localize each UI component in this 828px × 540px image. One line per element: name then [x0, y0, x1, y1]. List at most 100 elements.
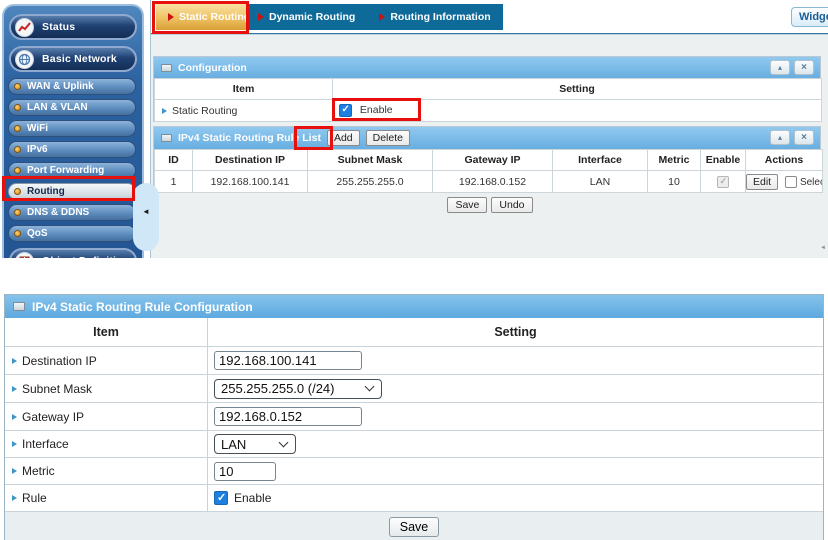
collapse-arrow-icon: ◄: [142, 207, 150, 216]
column-header-setting: Setting: [208, 318, 823, 346]
router-admin-screenshot: Status Basic Network WAN & Uplink LAN & …: [0, 0, 828, 540]
item-arrow-icon: [12, 386, 17, 392]
field-row-destination-ip: Destination IP: [5, 347, 823, 375]
rule-list-table: ID Destination IP Subnet Mask Gateway IP…: [154, 149, 823, 193]
object-box-icon: [15, 252, 34, 259]
column-header-setting: Setting: [333, 79, 822, 100]
tab-arrow-icon: [168, 13, 174, 21]
column-header-item: Item: [5, 318, 208, 346]
configuration-panel-header: Configuration ▴ ×: [154, 57, 820, 78]
destination-ip-input[interactable]: [214, 351, 362, 370]
bullet-icon: [14, 209, 21, 216]
enable-label: Enable: [234, 491, 271, 505]
undo-button[interactable]: Undo: [491, 197, 532, 213]
network-globe-icon: [15, 50, 34, 69]
panel-close-button[interactable]: ×: [794, 130, 814, 145]
table-row: 1 192.168.100.141 255.255.255.0 192.168.…: [155, 171, 823, 193]
sidebar-item-wifi[interactable]: WiFi: [8, 120, 136, 137]
column-header: Interface: [553, 150, 648, 171]
cell-gateway-ip: 192.168.0.152: [433, 171, 553, 193]
delete-button[interactable]: Delete: [366, 130, 410, 146]
metric-input[interactable]: [214, 462, 276, 481]
panel-collapse-button[interactable]: ▴: [770, 60, 790, 75]
subnet-mask-select[interactable]: 255.255.255.0 (/24): [214, 379, 382, 399]
rule-configuration-table: Item Setting Destination IP Subnet Mask …: [5, 318, 823, 540]
cell-metric: 10: [648, 171, 701, 193]
sidebar-item-object-definition[interactable]: Object Definition: [9, 248, 137, 258]
field-row-interface: Interface LAN: [5, 431, 823, 458]
tab-arrow-icon: [258, 13, 264, 21]
bullet-icon: [14, 188, 21, 195]
cell-subnet-mask: 255.255.255.0: [308, 171, 433, 193]
cell-actions: Edit Select: [746, 171, 823, 193]
field-row-metric: Metric: [5, 458, 823, 485]
interface-select[interactable]: LAN: [214, 434, 296, 454]
save-button[interactable]: Save: [447, 197, 487, 213]
enable-label: Enable: [360, 104, 393, 116]
bullet-icon: [14, 104, 21, 111]
column-header: Metric: [648, 150, 701, 171]
sidebar-item-label: Basic Network: [42, 53, 117, 65]
tab-routing-information[interactable]: Routing Information: [367, 4, 502, 30]
sidebar-item-label: Status: [42, 21, 75, 33]
cell-interface: LAN: [553, 171, 648, 193]
tab-dynamic-routing[interactable]: Dynamic Routing: [246, 4, 367, 30]
panel-close-button[interactable]: ×: [794, 60, 814, 75]
rule-configuration-header: IPv4 Static Routing Rule Configuration: [5, 295, 823, 318]
panel-collapse-button[interactable]: ▴: [770, 130, 790, 145]
field-row-gateway-ip: Gateway IP: [5, 403, 823, 431]
field-row-rule: Rule Enable: [5, 485, 823, 512]
column-header: Gateway IP: [433, 150, 553, 171]
resize-mark-icon: ◄: [820, 245, 825, 252]
gateway-ip-input[interactable]: [214, 407, 362, 426]
sidebar-item-basic-network[interactable]: Basic Network: [9, 46, 137, 72]
item-arrow-icon: [12, 414, 17, 420]
add-button[interactable]: Add: [327, 130, 360, 146]
cell-destination-ip: 192.168.100.141: [193, 171, 308, 193]
sidebar-item-ipv6[interactable]: IPv6: [8, 141, 136, 158]
sidebar: Status Basic Network WAN & Uplink LAN & …: [2, 4, 144, 258]
select-label: Select: [800, 177, 823, 188]
tab-static-routing[interactable]: Static Routing: [156, 4, 246, 30]
widget-button[interactable]: Widget: [791, 7, 828, 27]
cell-id: 1: [155, 171, 193, 193]
sidebar-item-port-forwarding[interactable]: Port Forwarding: [8, 162, 136, 179]
panel-window-icon: [161, 64, 172, 72]
bullet-icon: [14, 146, 21, 153]
panel-window-icon: [13, 302, 25, 311]
chevron-down-icon: [365, 382, 375, 392]
sidebar-item-status[interactable]: Status: [9, 14, 137, 40]
rule-enable-checkbox[interactable]: [214, 491, 228, 505]
rule-save-button[interactable]: Save: [389, 517, 440, 537]
sidebar-item-wan-uplink[interactable]: WAN & Uplink: [8, 78, 136, 95]
rule-enabled-checkbox-disabled: [717, 176, 729, 188]
bullet-icon: [14, 83, 21, 90]
tab-underline: [151, 33, 828, 35]
column-header: Destination IP: [193, 150, 308, 171]
tab-arrow-icon: [379, 13, 385, 21]
item-arrow-icon: [12, 441, 17, 447]
sidebar-collapse-handle[interactable]: ◄: [133, 183, 159, 251]
static-routing-enable-checkbox[interactable]: [339, 104, 352, 117]
sidebar-item-lan-vlan[interactable]: LAN & VLAN: [8, 99, 136, 116]
config-row-label-cell: Static Routing: [155, 100, 333, 122]
sidebar-item-routing[interactable]: Routing: [8, 183, 136, 200]
panel-title: IPv4 Static Routing Rule List: [178, 132, 321, 144]
select-checkbox[interactable]: [785, 176, 797, 188]
sidebar-item-qos[interactable]: QoS: [8, 225, 136, 242]
column-header: Enable: [701, 150, 746, 171]
tab-bar: Static Routing Dynamic Routing Routing I…: [156, 4, 503, 30]
sidebar-item-dns-ddns[interactable]: DNS & DDNS: [8, 204, 136, 221]
panel-title: Configuration: [178, 62, 247, 74]
rule-configuration-footer: Save: [5, 512, 823, 540]
config-row-setting-cell: Enable: [333, 100, 822, 122]
configuration-panel: Configuration ▴ × Item Setting Static Ro…: [153, 56, 821, 122]
cell-enable: [701, 171, 746, 193]
field-row-subnet-mask: Subnet Mask 255.255.255.0 (/24): [5, 375, 823, 403]
item-arrow-icon: [162, 108, 167, 114]
rule-list-panel-header: IPv4 Static Routing Rule List Add Delete…: [154, 127, 820, 149]
column-header: ID: [155, 150, 193, 171]
edit-button[interactable]: Edit: [746, 174, 778, 190]
column-header: Actions: [746, 150, 823, 171]
column-header: Subnet Mask: [308, 150, 433, 171]
